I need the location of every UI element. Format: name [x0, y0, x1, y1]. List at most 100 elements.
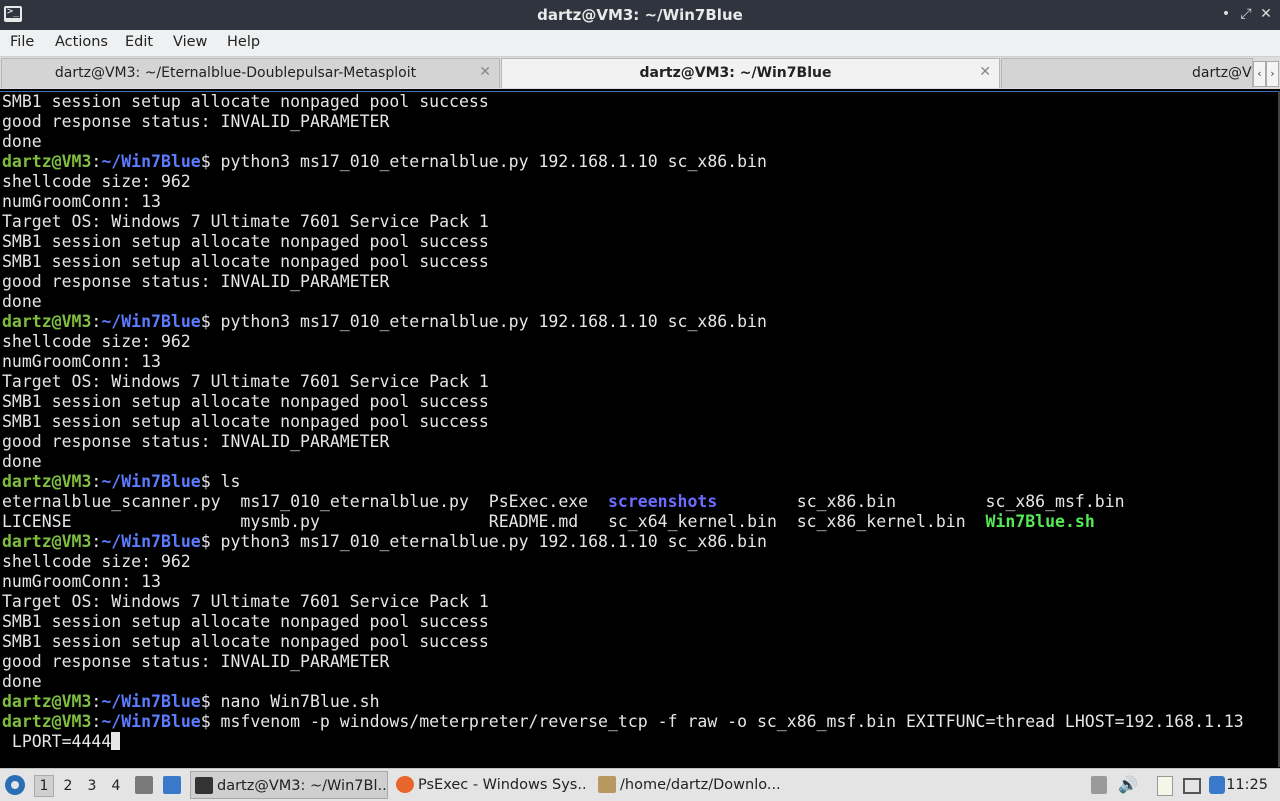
- output-text: LPORT=4444: [2, 732, 112, 751]
- volume-icon[interactable]: 🔊: [1118, 776, 1138, 794]
- output-text: SMB1 session setup allocate nonpaged poo…: [2, 412, 489, 431]
- terminal-output-line: shellcode size: 962: [0, 332, 1278, 352]
- terminal-output-line: SMB1 session setup allocate nonpaged poo…: [0, 632, 1278, 652]
- taskbar: 1 2 3 4 dartz@VM3: ~/Win7Bl... PsExec - …: [0, 768, 1280, 801]
- output-text: SMB1 session setup allocate nonpaged poo…: [2, 612, 489, 631]
- menu-help[interactable]: Help: [227, 34, 260, 50]
- prompt-colon: :: [91, 312, 102, 331]
- terminal-output-line: eternalblue_scanner.py ms17_010_eternalb…: [0, 492, 1278, 512]
- terminal-output-line: done: [0, 672, 1278, 692]
- tab-close-icon[interactable]: ✕: [979, 64, 991, 80]
- output-text: numGroomConn: 13: [2, 572, 161, 591]
- terminal-command-line: dartz@VM3:~/Win7Blue$ python3 ms17_010_e…: [0, 152, 1278, 172]
- tab-third[interactable]: dartz@V: [1001, 58, 1253, 88]
- terminal-output-line: LPORT=4444: [0, 732, 1278, 752]
- workspace-1[interactable]: 1: [34, 775, 54, 797]
- workspace-2[interactable]: 2: [59, 776, 77, 796]
- terminal-output-line: done: [0, 132, 1278, 152]
- menu-actions[interactable]: Actions: [55, 34, 108, 50]
- file-manager-icon[interactable]: [135, 776, 153, 794]
- tab-eternalblue[interactable]: dartz@VM3: ~/Eternalblue-Doublepulsar-Me…: [1, 58, 500, 88]
- terminal-output-line: done: [0, 452, 1278, 472]
- terminal-cursor: [111, 732, 121, 750]
- output-text: SMB1 session setup allocate nonpaged poo…: [2, 632, 489, 651]
- prompt-path: ~/Win7Blue: [101, 532, 201, 551]
- output-text: shellcode size: 962: [2, 332, 191, 351]
- terminal-output-line: SMB1 session setup allocate nonpaged poo…: [0, 252, 1278, 272]
- output-text: good response status: INVALID_PARAMETER: [2, 272, 390, 291]
- terminal-output-line: SMB1 session setup allocate nonpaged poo…: [0, 232, 1278, 252]
- taskbar-task-terminal[interactable]: dartz@VM3: ~/Win7Bl...: [190, 771, 388, 799]
- clipboard-icon[interactable]: [1157, 776, 1173, 796]
- output-text: SMB1 session setup allocate nonpaged poo…: [2, 252, 489, 271]
- output-text: SMB1 session setup allocate nonpaged poo…: [2, 92, 489, 111]
- menu-file[interactable]: File: [10, 34, 34, 50]
- output-text: SMB1 session setup allocate nonpaged poo…: [2, 232, 489, 251]
- prompt-colon: :: [91, 712, 102, 731]
- terminal-output-line: shellcode size: 962: [0, 552, 1278, 572]
- prompt-user: dartz@VM3: [2, 692, 92, 711]
- tab-scroll-right-button[interactable]: ›: [1266, 61, 1279, 87]
- output-text: numGroomConn: 13: [2, 192, 161, 211]
- output-text: done: [2, 132, 42, 151]
- terminal-output-line: SMB1 session setup allocate nonpaged poo…: [0, 612, 1278, 632]
- output-text: good response status: INVALID_PARAMETER: [2, 112, 390, 131]
- terminal-output-line: Target OS: Windows 7 Ultimate 7601 Servi…: [0, 372, 1278, 392]
- firefox-icon: [396, 776, 414, 793]
- prompt-colon: :: [91, 692, 102, 711]
- terminal-output-line: numGroomConn: 13: [0, 352, 1278, 372]
- output-text: SMB1 session setup allocate nonpaged poo…: [2, 392, 489, 411]
- output-text: done: [2, 672, 42, 691]
- tab-close-icon[interactable]: ✕: [479, 64, 491, 80]
- maximize-button[interactable]: ⤢: [1238, 6, 1254, 22]
- terminal-output-line: SMB1 session setup allocate nonpaged poo…: [0, 92, 1278, 112]
- menu-edit[interactable]: Edit: [125, 34, 153, 50]
- network-icon[interactable]: [1183, 778, 1201, 794]
- terminal-output-line: Target OS: Windows 7 Ultimate 7601 Servi…: [0, 592, 1278, 612]
- start-menu-icon[interactable]: [5, 775, 25, 795]
- command-text: msfvenom -p windows/meterpreter/reverse_…: [210, 712, 1244, 731]
- tab-win7blue[interactable]: dartz@VM3: ~/Win7Blue ✕: [501, 58, 1000, 88]
- close-button[interactable]: ✕: [1258, 6, 1274, 22]
- output-text: Target OS: Windows 7 Ultimate 7601 Servi…: [2, 372, 489, 391]
- minimize-button[interactable]: •: [1218, 6, 1234, 22]
- archive-icon: [598, 776, 616, 793]
- prompt-colon: :: [91, 532, 102, 551]
- tab-scroll-left-button[interactable]: ‹: [1253, 61, 1266, 87]
- output-text: Target OS: Windows 7 Ultimate 7601 Servi…: [2, 592, 489, 611]
- prompt-user: dartz@VM3: [2, 712, 92, 731]
- terminal-output-line: SMB1 session setup allocate nonpaged poo…: [0, 392, 1278, 412]
- ls-file: LICENSE: [2, 512, 241, 531]
- terminal-command-line: dartz@VM3:~/Win7Blue$ nano Win7Blue.sh: [0, 692, 1278, 712]
- terminal-command-line: dartz@VM3:~/Win7Blue$ python3 ms17_010_e…: [0, 532, 1278, 552]
- prompt-user: dartz@VM3: [2, 472, 92, 491]
- command-text: ls: [210, 472, 241, 491]
- notification-icon[interactable]: [1209, 776, 1225, 794]
- ls-file: README.md: [488, 512, 608, 531]
- menu-view[interactable]: View: [173, 34, 207, 50]
- tab-label: dartz@V: [1192, 65, 1252, 81]
- prompt-colon: :: [91, 152, 102, 171]
- taskbar-task-firefox[interactable]: PsExec - Windows Sys...: [392, 771, 588, 799]
- tab-bar: dartz@VM3: ~/Eternalblue-Doublepulsar-Me…: [0, 57, 1280, 89]
- tab-label: dartz@VM3: ~/Eternalblue-Doublepulsar-Me…: [54, 65, 417, 81]
- workspace-4[interactable]: 4: [107, 776, 125, 796]
- prompt-dollar: $: [200, 152, 211, 171]
- prompt-path: ~/Win7Blue: [101, 152, 201, 171]
- updates-icon[interactable]: [1091, 776, 1107, 794]
- taskbar-task-archive[interactable]: /home/dartz/Downlo...: [594, 771, 790, 799]
- terminal-output-line: numGroomConn: 13: [0, 192, 1278, 212]
- output-text: numGroomConn: 13: [2, 352, 161, 371]
- prompt-path: ~/Win7Blue: [101, 712, 201, 731]
- command-text: python3 ms17_010_eternalblue.py 192.168.…: [210, 312, 767, 331]
- workspace-3[interactable]: 3: [83, 776, 101, 796]
- ls-file: [717, 492, 796, 511]
- terminal-output-line: good response status: INVALID_PARAMETER: [0, 272, 1278, 292]
- terminal-output-line: Target OS: Windows 7 Ultimate 7601 Servi…: [0, 212, 1278, 232]
- output-text: done: [2, 292, 42, 311]
- tab-label: dartz@VM3: ~/Win7Blue: [639, 65, 832, 81]
- show-desktop-icon[interactable]: [163, 776, 181, 794]
- ls-file: sc_x86_msf.bin: [985, 492, 1125, 511]
- terminal-output[interactable]: SMB1 session setup allocate nonpaged poo…: [0, 91, 1278, 768]
- command-text: python3 ms17_010_eternalblue.py 192.168.…: [210, 532, 767, 551]
